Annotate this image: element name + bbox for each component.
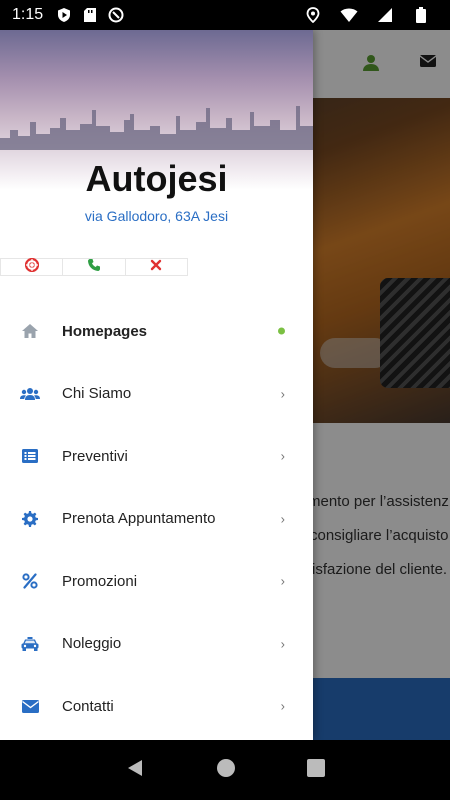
wifi-icon — [340, 6, 358, 24]
menu-item-homepages[interactable]: Homepages — [0, 300, 313, 363]
users-icon — [20, 384, 40, 404]
back-icon[interactable] — [125, 758, 145, 783]
system-navigation-bar — [0, 740, 450, 800]
chevron-right-icon: › — [280, 511, 285, 527]
quick-actions — [0, 257, 188, 277]
chevron-right-icon: › — [280, 573, 285, 589]
list-icon — [20, 446, 40, 466]
menu-item-label: Homepages — [62, 322, 148, 340]
signal-icon — [376, 6, 394, 24]
menu-item-prenota-appuntamento[interactable]: Prenota Appuntamento › — [0, 488, 313, 551]
menu-item-label: Contatti — [62, 697, 114, 715]
phone-icon — [87, 258, 101, 277]
envelope-icon — [20, 696, 40, 716]
quick-action-help[interactable] — [0, 257, 64, 277]
menu-item-label: Preventivi — [62, 447, 128, 465]
menu-item-label: Promozioni — [62, 572, 138, 590]
menu-item-label: Chi Siamo — [62, 385, 132, 403]
taxi-icon — [20, 634, 40, 654]
home-button-icon[interactable] — [216, 758, 236, 783]
menu-item-preventivi[interactable]: Preventivi › — [0, 425, 313, 488]
menu-item-noleggio[interactable]: Noleggio › — [0, 613, 313, 676]
chevron-right-icon: › — [280, 448, 285, 464]
location-icon — [304, 6, 322, 24]
percent-icon — [20, 571, 40, 591]
quick-action-close[interactable] — [126, 259, 188, 275]
battery-icon — [412, 6, 430, 24]
close-icon — [150, 258, 162, 276]
chevron-right-icon: › — [280, 386, 285, 402]
skyline-graphic — [0, 106, 313, 150]
chevron-right-icon: › — [280, 698, 285, 714]
data-saver-icon — [107, 6, 125, 24]
status-bar: 1:15 — [0, 0, 450, 30]
menu-item-contatti[interactable]: Contatti › — [0, 675, 313, 738]
menu-item-label: Prenota Appuntamento — [62, 510, 216, 528]
active-indicator-dot — [278, 327, 285, 335]
drawer-menu: Homepages Chi Siamo › Preventivi › Preno… — [0, 300, 313, 738]
navigation-drawer: Autojesi via Gallodoro, 63A Jesi Homepag… — [0, 30, 313, 740]
menu-item-label: Noleggio — [62, 635, 122, 653]
menu-item-chi-siamo[interactable]: Chi Siamo › — [0, 363, 313, 426]
quick-action-call[interactable] — [63, 258, 126, 277]
chevron-right-icon: › — [280, 636, 285, 652]
gear-icon — [20, 509, 40, 529]
home-icon — [20, 321, 40, 341]
drawer-title: Autojesi — [85, 158, 228, 199]
menu-item-promozioni[interactable]: Promozioni › — [0, 550, 313, 613]
status-time: 1:15 — [12, 6, 44, 23]
drawer-address[interactable]: via Gallodoro, 63A Jesi — [0, 208, 313, 224]
recents-icon[interactable] — [306, 758, 325, 782]
lifebuoy-icon — [24, 257, 39, 277]
play-protect-icon — [55, 6, 73, 24]
sd-card-icon — [81, 6, 99, 24]
